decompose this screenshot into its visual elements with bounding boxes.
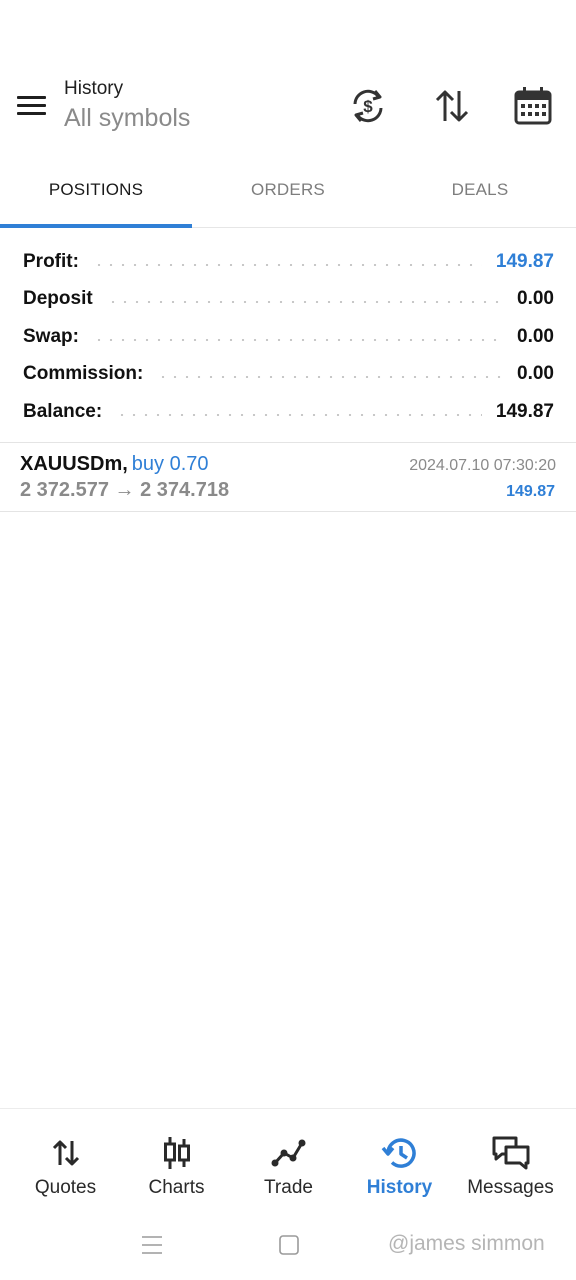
position-time: 2024.07.10 07:30:20	[409, 457, 556, 474]
nav-quotes[interactable]: Quotes	[8, 1109, 123, 1209]
nav-messages[interactable]: Messages	[453, 1109, 568, 1209]
summary-panel: Profit: 149.87 Deposit 0.00 Swap: 0.00 C…	[0, 243, 576, 431]
swap-value: 0.00	[517, 325, 554, 347]
nav-charts-label: Charts	[148, 1177, 205, 1198]
nav-quotes-label: Quotes	[34, 1177, 97, 1198]
dot-leader	[92, 338, 504, 341]
dot-leader	[157, 376, 504, 379]
profit-value: 149.87	[495, 250, 554, 272]
menu-icon[interactable]	[14, 92, 50, 120]
calendar-icon[interactable]	[511, 86, 555, 126]
history-icon	[342, 1133, 457, 1173]
quotes-icon	[8, 1133, 123, 1173]
app-header: History All symbols $	[0, 70, 576, 150]
deposit-value: 0.00	[517, 288, 554, 310]
sort-icon[interactable]	[430, 86, 474, 126]
position-title: XAUUSDm, buy 0.70	[20, 453, 209, 476]
commission-value: 0.00	[517, 363, 554, 385]
dot-leader	[116, 413, 482, 416]
tab-deals[interactable]: DEALS	[384, 168, 576, 212]
summary-row-balance: Balance: 149.87	[0, 393, 576, 431]
summary-row-swap: Swap: 0.00	[0, 318, 576, 356]
page-subtitle: History	[64, 78, 124, 99]
swap-label: Swap:	[23, 325, 79, 347]
currency-exchange-icon[interactable]: $	[346, 86, 390, 126]
home-icon[interactable]	[274, 1232, 304, 1258]
deposit-label: Deposit	[23, 288, 93, 310]
trade-line-icon	[231, 1133, 346, 1173]
balance-label: Balance:	[23, 400, 103, 422]
summary-row-deposit: Deposit 0.00	[0, 281, 576, 319]
symbol-filter-title: All symbols	[64, 104, 191, 132]
candlestick-icon	[119, 1133, 234, 1173]
profit-label: Profit:	[23, 250, 79, 272]
watermark: @james simmon	[388, 1232, 545, 1255]
position-symbol: XAUUSDm,	[20, 453, 128, 475]
position-prices: 2 372.577 → 2 374.718	[20, 479, 230, 501]
divider	[0, 511, 576, 512]
commission-label: Commission:	[23, 363, 144, 385]
bottom-navigation: Quotes Charts Trade History Messages	[0, 1108, 576, 1218]
history-tabs: POSITIONS ORDERS DEALS	[0, 168, 576, 228]
summary-row-commission: Commission: 0.00	[0, 356, 576, 394]
nav-charts[interactable]: Charts	[119, 1109, 234, 1209]
nav-history-label: History	[366, 1177, 433, 1198]
tab-positions[interactable]: POSITIONS	[0, 168, 192, 212]
title-block[interactable]: History All symbols	[64, 78, 190, 134]
nav-trade[interactable]: Trade	[231, 1109, 346, 1209]
nav-history[interactable]: History	[342, 1109, 457, 1209]
recent-apps-icon[interactable]	[137, 1232, 167, 1258]
summary-row-profit: Profit: 149.87	[0, 243, 576, 281]
position-list-item[interactable]: XAUUSDm, buy 0.70 2 372.577 → 2 374.718 2…	[0, 443, 576, 511]
position-direction: buy 0.70	[131, 453, 209, 475]
dot-leader	[106, 301, 504, 304]
dot-leader	[92, 263, 482, 266]
messages-icon	[453, 1133, 568, 1173]
position-profit: 149.87	[506, 483, 555, 500]
system-navigation-bar: @james simmon	[0, 1222, 576, 1280]
balance-value: 149.87	[495, 400, 554, 422]
nav-trade-label: Trade	[264, 1177, 313, 1198]
active-tab-indicator	[0, 224, 192, 228]
svg-text:$: $	[363, 97, 373, 116]
nav-messages-label: Messages	[467, 1177, 554, 1198]
tab-orders[interactable]: ORDERS	[192, 168, 384, 212]
